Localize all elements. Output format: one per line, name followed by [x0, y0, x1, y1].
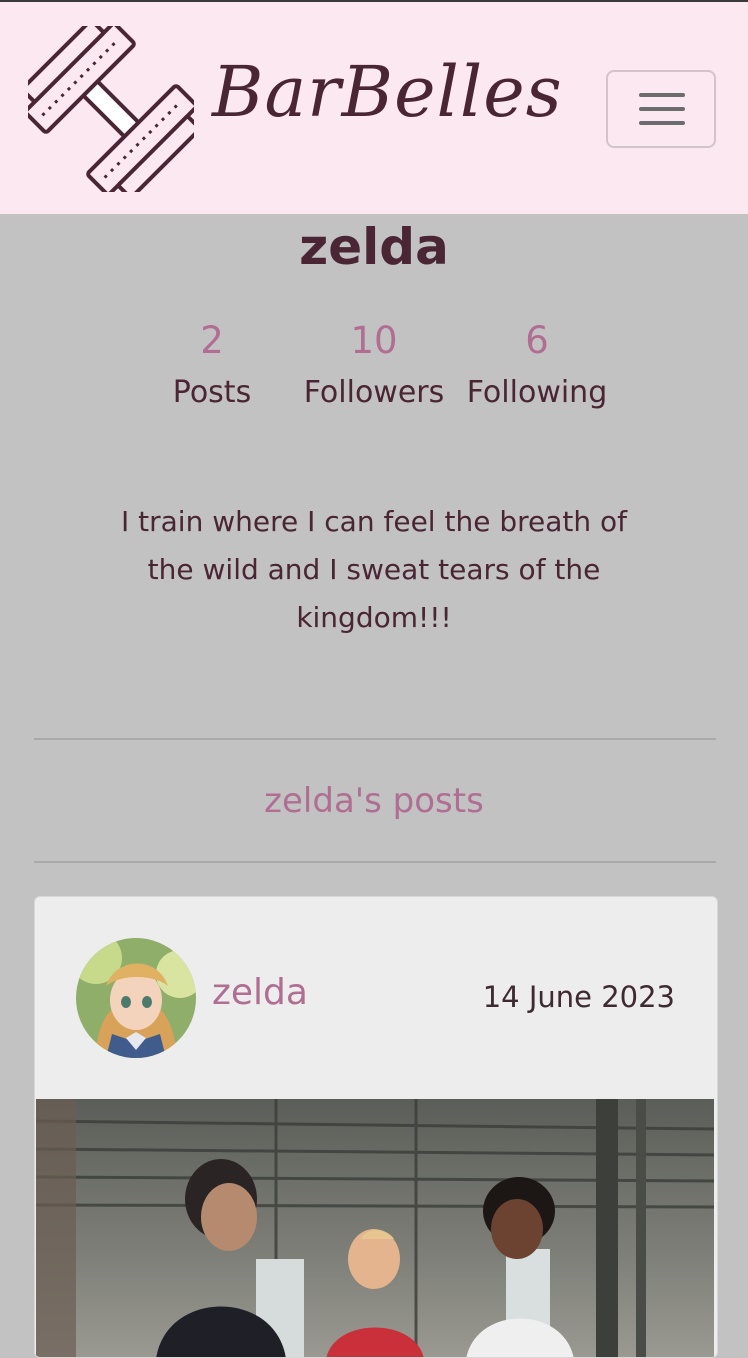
hamburger-menu-icon — [639, 107, 685, 111]
hamburger-menu-icon — [639, 121, 685, 125]
dumbbell-icon[interactable] — [28, 26, 194, 192]
profile-bio: I train where I can feel the breath of t… — [121, 505, 627, 634]
hamburger-menu-icon — [639, 93, 685, 97]
menu-toggle-button[interactable] — [606, 70, 716, 148]
stat-label: Posts — [172, 375, 252, 410]
avatar[interactable] — [76, 938, 196, 1058]
divider — [34, 738, 716, 740]
stat-posts: 2 Posts — [132, 318, 292, 414]
stat-label: Following — [466, 375, 608, 410]
stat-label: Followers — [303, 375, 445, 410]
divider — [34, 861, 716, 863]
brand-logo-text[interactable]: BarBelles — [212, 52, 563, 132]
post-author-link[interactable]: zelda — [212, 971, 308, 1015]
stat-followers: 10 Followers — [294, 318, 454, 414]
post-image[interactable] — [36, 1099, 714, 1358]
stat-value: 2 — [200, 319, 224, 362]
stat-value: 6 — [525, 319, 549, 362]
profile-name: zelda — [299, 218, 449, 276]
post-card[interactable]: zelda 14 June 2023 — [34, 896, 718, 1358]
posts-section-title: zelda's posts — [264, 781, 484, 821]
stat-following: 6 Following — [457, 318, 617, 414]
stat-value: 10 — [350, 319, 398, 362]
navbar: BarBelles — [0, 2, 748, 214]
post-date: 14 June 2023 — [482, 980, 675, 1014]
